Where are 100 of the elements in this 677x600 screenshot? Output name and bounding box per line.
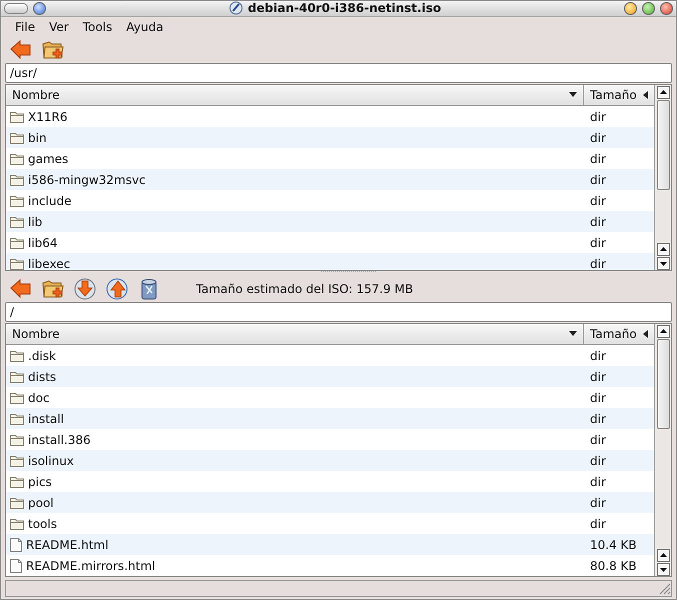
list-row[interactable]: i586-mingw32msvc dir xyxy=(6,169,654,190)
folder-icon xyxy=(10,476,24,488)
file-name: README.mirrors.html xyxy=(26,558,156,573)
toolbar-button[interactable] xyxy=(104,276,130,302)
folder-icon xyxy=(10,258,24,270)
file-size: dir xyxy=(589,390,607,405)
scroll-up-icon[interactable] xyxy=(656,325,670,338)
window-shade-button[interactable] xyxy=(33,2,46,15)
file-name: lib xyxy=(28,214,42,229)
sort-down-icon xyxy=(569,92,577,98)
file-size: dir xyxy=(589,214,607,229)
folder-icon xyxy=(10,496,24,509)
file-name: README.html xyxy=(26,538,108,552)
folder-icon xyxy=(10,194,24,207)
file-name: dists xyxy=(28,370,56,384)
file-size: dir xyxy=(589,130,607,145)
window-menu-button[interactable] xyxy=(4,2,28,14)
list-row[interactable]: dists dir xyxy=(6,366,654,388)
file-size: 80.8 KB xyxy=(589,558,638,573)
file-size: dir xyxy=(589,348,607,363)
list-row[interactable]: README.html 10.4 KB xyxy=(6,534,654,556)
column-header[interactable]: Nombre xyxy=(6,85,584,106)
folder-icon xyxy=(10,412,24,425)
scroll-up-icon[interactable] xyxy=(656,549,670,562)
file-size: dir xyxy=(589,474,607,489)
path-field[interactable]: / xyxy=(5,302,672,322)
resize-grip-icon[interactable] xyxy=(659,582,671,595)
file-size: dir xyxy=(589,412,607,426)
file-name: bin xyxy=(28,130,47,145)
file-size: 10.4 KB xyxy=(589,538,638,552)
disc-icon xyxy=(228,1,243,16)
file-name: isolinux xyxy=(28,454,74,468)
menu-item[interactable]: File xyxy=(15,20,36,34)
path-field[interactable]: /usr/ xyxy=(5,63,672,84)
scroll-up-icon[interactable] xyxy=(656,86,670,100)
list-row[interactable]: libexec dir xyxy=(6,253,654,270)
file-name: lib64 xyxy=(28,236,58,250)
minimize-button[interactable] xyxy=(624,2,637,15)
scrollbar[interactable] xyxy=(654,85,671,270)
folder-icon xyxy=(10,110,24,123)
folder-icon xyxy=(10,434,24,446)
file-size: dir xyxy=(589,496,607,510)
folder-icon xyxy=(10,454,24,467)
toolbar-button[interactable] xyxy=(72,276,98,302)
column-header[interactable]: Tamaño xyxy=(584,324,654,344)
file-name: games xyxy=(28,152,68,166)
folder-icon xyxy=(10,174,24,186)
list-row[interactable]: bin dir xyxy=(6,127,654,148)
folder-icon xyxy=(10,392,24,404)
column-title: Nombre xyxy=(12,327,60,342)
menu-item[interactable]: Ayuda xyxy=(126,20,164,34)
file-name: install xyxy=(28,412,64,426)
file-size: dir xyxy=(589,236,607,250)
list-row[interactable]: lib dir xyxy=(6,211,654,232)
file-icon xyxy=(10,558,22,573)
scroll-thumb[interactable] xyxy=(656,339,670,430)
list-row[interactable]: isolinux dir xyxy=(6,450,654,472)
file-size: dir xyxy=(589,256,607,270)
scroll-down-icon[interactable] xyxy=(656,563,670,576)
folder-icon xyxy=(10,370,24,383)
folder-icon xyxy=(10,350,24,362)
file-size: dir xyxy=(589,110,607,124)
file-name: libexec xyxy=(28,256,70,270)
sort-down-icon xyxy=(569,331,577,338)
file-size: dir xyxy=(589,194,607,208)
file-size: dir xyxy=(589,454,607,468)
file-icon xyxy=(10,538,22,552)
file-name: doc xyxy=(28,390,50,405)
folder-icon xyxy=(10,152,24,165)
close-button[interactable] xyxy=(660,2,673,15)
scroll-thumb[interactable] xyxy=(656,100,670,190)
file-size: dir xyxy=(589,516,607,531)
sort-left-icon xyxy=(643,330,648,338)
window-title: debian-40r0-i386-netinst.iso xyxy=(248,1,442,16)
column-title: Nombre xyxy=(12,88,60,102)
file-name: tools xyxy=(28,516,57,531)
file-size: dir xyxy=(589,172,607,187)
file-name: pics xyxy=(28,474,52,489)
list-row[interactable]: install dir xyxy=(6,408,654,430)
iso-size-label: Tamaño estimado del ISO: 157.9 MB xyxy=(196,282,414,296)
file-size: dir xyxy=(589,152,607,166)
file-size: dir xyxy=(589,432,607,447)
column-title: Tamaño xyxy=(590,327,637,342)
folder-icon xyxy=(10,216,24,228)
folder-icon xyxy=(10,132,24,144)
maximize-button[interactable] xyxy=(642,2,655,15)
menu-item[interactable]: Ver xyxy=(49,20,69,34)
file-name: X11R6 xyxy=(28,110,68,124)
file-size: dir xyxy=(589,370,607,384)
menu-item[interactable]: Tools xyxy=(82,20,112,34)
scroll-down-icon[interactable] xyxy=(656,257,670,270)
file-name: .disk xyxy=(28,348,56,363)
file-name: pool xyxy=(28,496,54,510)
column-header[interactable]: Tamaño xyxy=(584,85,654,106)
file-name: include xyxy=(28,194,72,208)
list-row[interactable]: pool dir xyxy=(6,492,654,514)
sort-left-icon xyxy=(643,91,648,100)
scroll-up-icon[interactable] xyxy=(656,243,670,256)
column-header[interactable]: Nombre xyxy=(6,324,584,344)
scrollbar[interactable] xyxy=(654,324,671,576)
